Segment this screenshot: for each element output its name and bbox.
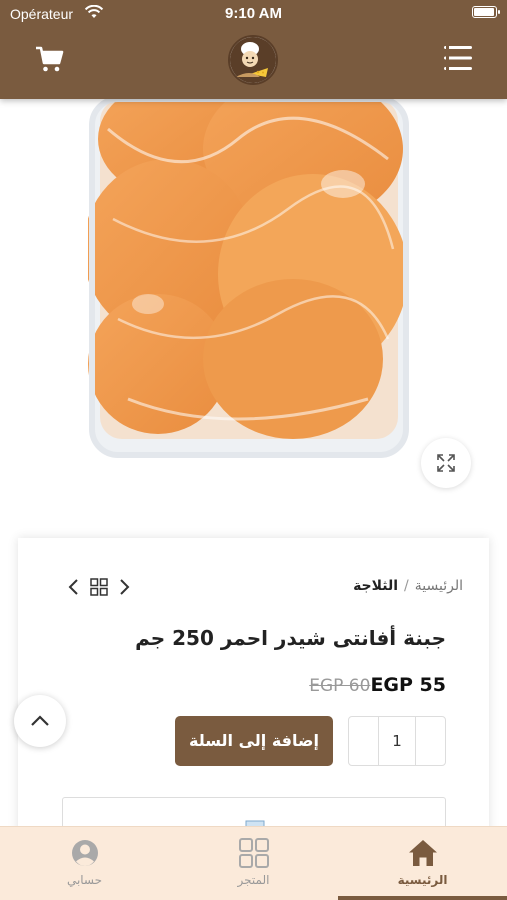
sale-price: EGP 55 xyxy=(370,674,446,696)
nav-item-store-label: المتجر xyxy=(237,873,270,887)
previous-product-icon[interactable] xyxy=(66,578,82,596)
nav-item-store[interactable]: المتجر xyxy=(169,827,338,900)
breadcrumb-home-link[interactable]: الرئيسية xyxy=(415,578,463,594)
nav-item-account-label: حسابي xyxy=(66,873,103,887)
chef-logo-icon xyxy=(230,37,276,83)
user-icon xyxy=(72,840,98,866)
app-header: Opérateur 9:10 AM xyxy=(0,0,507,99)
expand-image-button[interactable] xyxy=(421,438,471,488)
nav-item-home-label: الرئيسية xyxy=(397,873,448,887)
next-product-icon[interactable] xyxy=(116,578,132,596)
product-title: جبنة أفانتى شيدر احمر 250 جم xyxy=(135,626,446,650)
store-logo[interactable] xyxy=(228,35,278,85)
home-icon xyxy=(409,840,437,866)
nav-item-account[interactable]: حسابي xyxy=(0,827,169,900)
battery-icon xyxy=(472,6,500,18)
quantity-increase-button[interactable] xyxy=(415,717,445,765)
active-tab-indicator xyxy=(338,896,507,900)
back-to-grid-icon[interactable] xyxy=(90,578,108,596)
grid-icon xyxy=(239,838,269,868)
quantity-stepper: 1 xyxy=(348,716,446,766)
breadcrumb-category-link[interactable]: الثلاجة xyxy=(353,578,398,594)
add-to-cart-button[interactable]: إضافة إلى السلة xyxy=(175,716,333,766)
product-photo[interactable] xyxy=(88,99,410,459)
breadcrumb: الرئيسية / الثلاجة xyxy=(353,578,463,594)
chevron-up-icon xyxy=(31,715,49,726)
menu-lines-icon[interactable] xyxy=(443,43,473,73)
bottom-navigation: حسابي المتجر الرئيسية xyxy=(0,826,507,900)
quantity-input[interactable]: 1 xyxy=(379,717,415,765)
scroll-to-top-button[interactable] xyxy=(14,695,66,747)
battery-level xyxy=(474,8,494,16)
app-screen: Opérateur 9:10 AM الرئيسية/الثلاجة جبنة … xyxy=(0,0,507,900)
breadcrumb-separator: / xyxy=(404,578,409,594)
price-row: EGP 60EGP 55 xyxy=(299,674,446,696)
expand-icon xyxy=(437,454,455,472)
shopping-cart-icon[interactable] xyxy=(34,44,64,74)
status-bar: Opérateur 9:10 AM xyxy=(0,0,507,28)
clock: 9:10 AM xyxy=(225,5,282,22)
original-price: EGP 60 xyxy=(309,676,371,696)
quantity-decrease-button[interactable] xyxy=(349,717,379,765)
nav-item-home[interactable]: الرئيسية xyxy=(338,827,507,900)
